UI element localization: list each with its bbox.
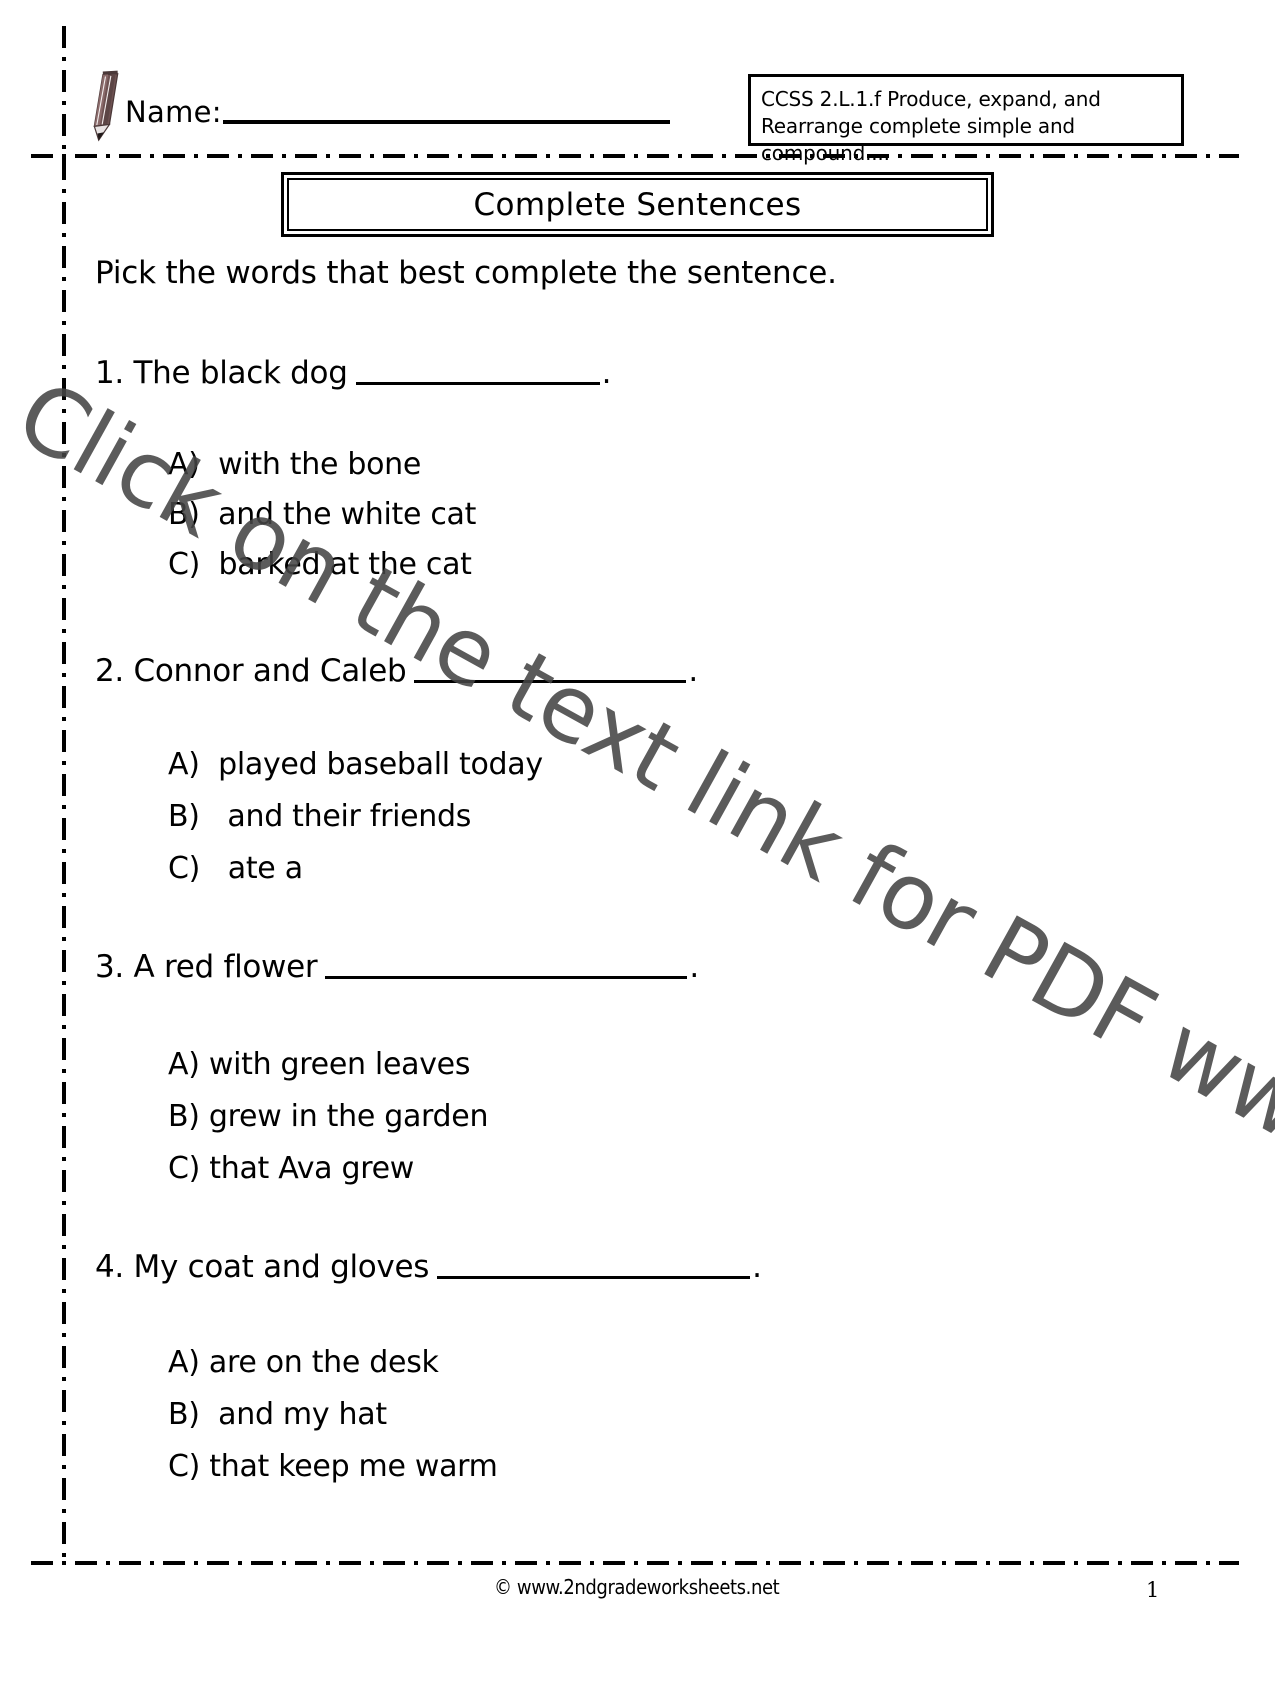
- pencil-icon: [93, 70, 119, 142]
- question-4-stem: 4. My coat and gloves: [95, 1249, 430, 1285]
- ccss-standard-text: CCSS 2.L.1.f Produce, expand, and Rearra…: [761, 87, 1101, 165]
- question-2-option-a[interactable]: A) played baseball today: [168, 750, 543, 780]
- page-border-bottom: [31, 1561, 1239, 1565]
- worksheet-title-inner-border: Complete Sentences: [287, 178, 988, 231]
- question-4-option-c[interactable]: C) that keep me warm: [168, 1452, 498, 1482]
- question-4-period: .: [752, 1249, 762, 1285]
- question-4-option-a[interactable]: A) are on the desk: [168, 1348, 498, 1378]
- question-3-options: A) with green leaves B) grew in the gard…: [168, 1050, 488, 1184]
- question-2-options: A) played baseball today B) and their fr…: [168, 750, 543, 884]
- question-1-options: A) with the bone B) and the white cat C)…: [168, 450, 476, 580]
- question-2-option-c[interactable]: C) ate a: [168, 854, 543, 884]
- question-3: 3. A red flower .: [95, 952, 699, 983]
- name-input-line[interactable]: [222, 120, 670, 124]
- instruction-text: Pick the words that best complete the se…: [95, 255, 837, 291]
- ccss-standard-box: CCSS 2.L.1.f Produce, expand, and Rearra…: [748, 74, 1184, 165]
- worksheet-title-box: Complete Sentences: [281, 172, 994, 237]
- question-1-option-b[interactable]: B) and the white cat: [168, 500, 476, 530]
- question-1: 1. The black dog .: [95, 358, 611, 389]
- page-title: Complete Sentences: [473, 186, 802, 223]
- question-2-option-b[interactable]: B) and their friends: [168, 802, 543, 832]
- question-1-option-a[interactable]: A) with the bone: [168, 450, 476, 480]
- footer-page-number: 1: [1146, 1578, 1160, 1602]
- question-4: 4. My coat and gloves .: [95, 1252, 762, 1283]
- question-4-options: A) are on the desk B) and my hat C) that…: [168, 1348, 498, 1482]
- question-3-option-a[interactable]: A) with green leaves: [168, 1050, 488, 1080]
- question-1-option-c[interactable]: C) barked at the cat: [168, 550, 476, 580]
- page-border-left: [62, 26, 66, 1566]
- footer-copyright: © www.2ndgradeworksheets.net: [494, 1575, 780, 1599]
- question-4-blank[interactable]: [437, 1276, 751, 1279]
- question-3-option-b[interactable]: B) grew in the garden: [168, 1102, 488, 1132]
- question-1-blank[interactable]: [355, 382, 600, 385]
- question-2-period: .: [688, 653, 698, 689]
- question-2: 2. Connor and Caleb .: [95, 656, 698, 687]
- question-2-stem: 2. Connor and Caleb: [95, 653, 407, 689]
- question-4-option-b[interactable]: B) and my hat: [168, 1400, 498, 1430]
- question-3-stem: 3. A red flower: [95, 949, 318, 985]
- question-3-option-c[interactable]: C) that Ava grew: [168, 1154, 488, 1184]
- question-1-stem: 1. The black dog: [95, 355, 348, 391]
- question-3-period: .: [689, 949, 699, 985]
- question-2-blank[interactable]: [414, 680, 687, 683]
- question-3-blank[interactable]: [325, 976, 688, 979]
- name-field-row: Name:: [125, 98, 670, 127]
- question-1-period: .: [601, 355, 612, 391]
- name-label: Name:: [125, 95, 222, 129]
